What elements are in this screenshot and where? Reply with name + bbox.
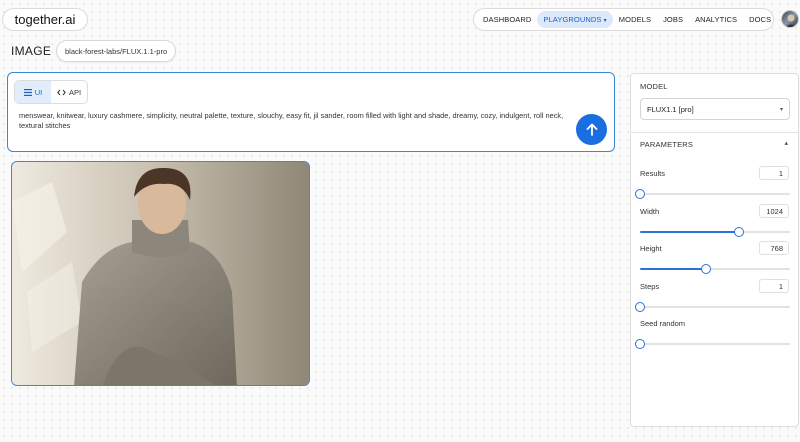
nav-docs[interactable]: DOCS	[743, 11, 777, 28]
settings-panel: MODEL FLUX1.1 [pro] ▾ PARAMETERS ▴ Resul…	[630, 73, 799, 427]
param-seed-label: Seed random	[640, 319, 686, 328]
top-nav: DASHBOARD PLAYGROUNDS ▾ MODELS JOBS ANAL…	[473, 8, 774, 31]
param-width-label: Width	[640, 207, 660, 216]
param-height-label: Height	[640, 244, 662, 253]
caret-down-icon: ▾	[779, 106, 783, 113]
parameters-heading: PARAMETERS	[640, 140, 694, 149]
mode-toggle: UI API	[14, 80, 88, 104]
slider-thumb[interactable]	[635, 339, 645, 349]
param-steps-label: Steps	[640, 282, 660, 291]
model-select-value: FLUX1.1 [pro]	[647, 104, 694, 114]
nav-models[interactable]: MODELS	[613, 11, 657, 28]
slider-thumb[interactable]	[635, 189, 645, 199]
prompt-input[interactable]: menswear, knitwear, luxury cashmere, sim…	[19, 111, 569, 131]
param-results-value[interactable]: 1	[759, 166, 789, 180]
param-width-slider[interactable]	[640, 227, 790, 237]
mode-ui-button[interactable]: UI	[15, 81, 51, 103]
mode-api-button[interactable]: API	[51, 81, 87, 103]
nav-jobs[interactable]: JOBS	[657, 11, 689, 28]
slider-fill	[640, 268, 706, 270]
hamburger-icon	[23, 88, 32, 96]
avatar-image	[785, 14, 797, 27]
logo-text: together.ai	[14, 12, 76, 27]
panel-divider	[631, 132, 798, 133]
mode-ui-label: UI	[34, 87, 43, 97]
chevron-down-icon: ▾	[603, 18, 607, 24]
slider-thumb[interactable]	[734, 227, 744, 237]
param-results-label: Results	[640, 169, 666, 178]
nav-dashboard[interactable]: DASHBOARD	[477, 11, 537, 28]
param-seed-slider[interactable]	[635, 339, 790, 349]
prompt-card: UI API menswear, knitwear, luxury cashme…	[7, 72, 615, 152]
param-steps-slider[interactable]	[635, 302, 790, 312]
arrow-up-icon	[586, 123, 597, 136]
model-chip[interactable]: black-forest-labs/FLUX.1.1-pro	[56, 40, 177, 62]
generated-image-card[interactable]	[11, 161, 310, 386]
param-height-value[interactable]: 768	[759, 241, 789, 255]
param-width-value[interactable]: 1024	[759, 204, 789, 218]
mode-api-label: API	[68, 87, 82, 97]
generated-image	[12, 162, 309, 385]
slider-thumb[interactable]	[701, 264, 711, 274]
submit-button[interactable]	[576, 114, 607, 145]
slider-fill	[640, 231, 739, 233]
code-icon	[57, 89, 66, 95]
nav-playgrounds[interactable]: PLAYGROUNDS ▾	[537, 11, 613, 28]
slider-thumb[interactable]	[635, 302, 645, 312]
nav-playgrounds-label: PLAYGROUNDS	[543, 15, 602, 24]
nav-analytics[interactable]: ANALYTICS	[689, 11, 743, 28]
chevron-up-icon[interactable]: ▴	[784, 139, 788, 147]
model-heading: MODEL	[640, 82, 668, 91]
avatar[interactable]	[781, 10, 799, 28]
param-steps-value[interactable]: 1	[759, 279, 789, 293]
model-select[interactable]: FLUX1.1 [pro] ▾	[640, 98, 790, 120]
param-results-slider[interactable]	[635, 189, 790, 199]
logo[interactable]: together.ai	[2, 8, 88, 31]
param-height-slider[interactable]	[640, 264, 790, 274]
page-title: IMAGE	[11, 44, 52, 58]
